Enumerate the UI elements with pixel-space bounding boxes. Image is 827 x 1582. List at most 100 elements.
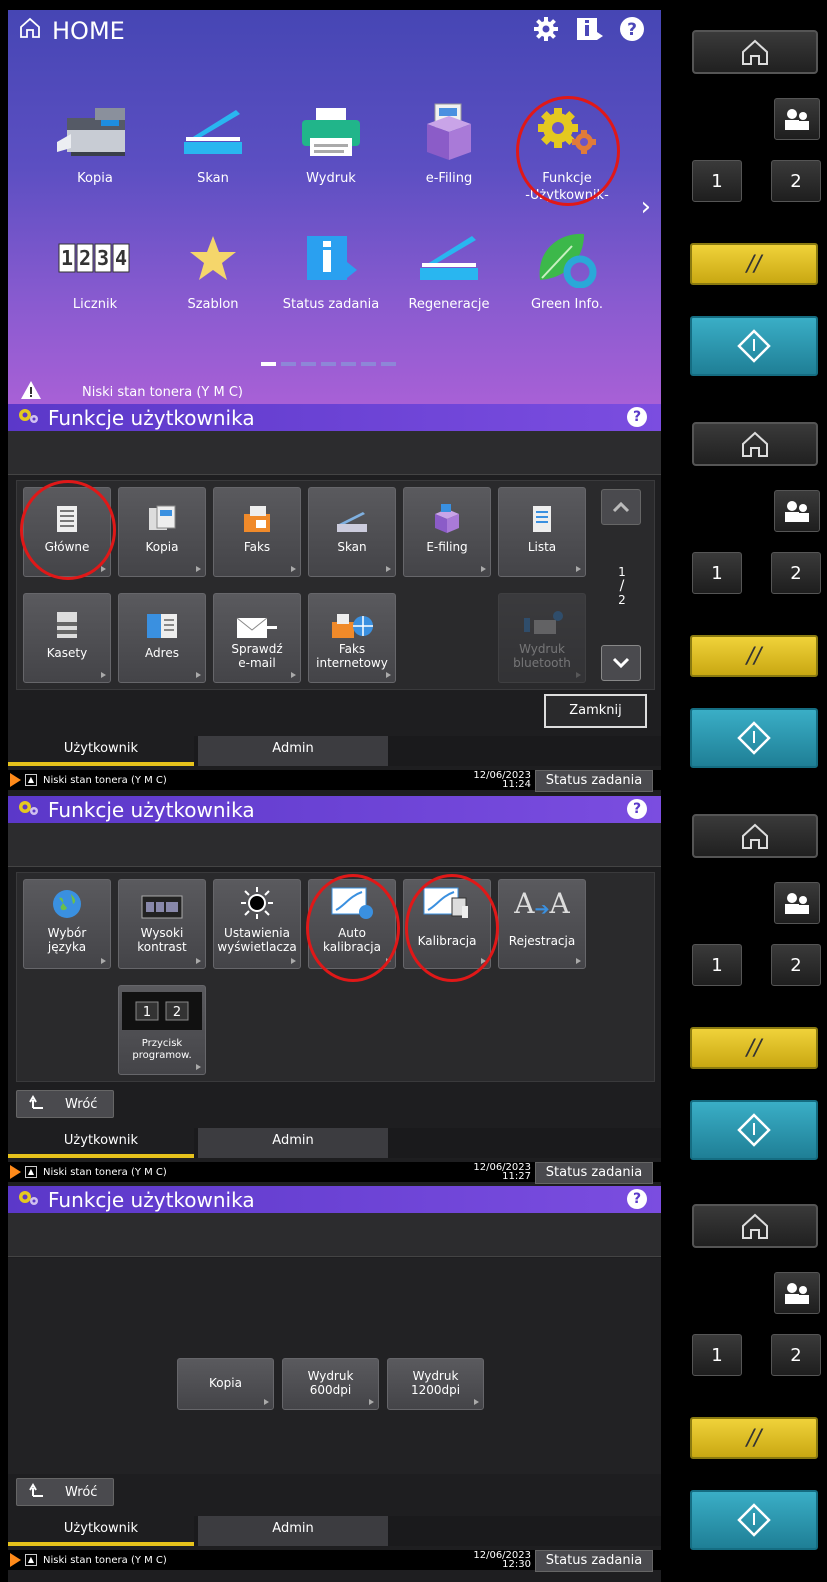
back-button[interactable]: Wróć xyxy=(16,1478,114,1506)
hw-user-login-button[interactable] xyxy=(774,882,820,924)
hw-start-button[interactable] xyxy=(690,708,818,768)
status-bar: ▲ Niski stan tonera (Y M C) 12/06/2023 11… xyxy=(8,770,661,792)
hw-program-2-button[interactable]: 2 xyxy=(771,160,821,202)
info-icon xyxy=(276,224,386,292)
copier-icon xyxy=(40,98,150,166)
hw-program-2-button[interactable]: 2 xyxy=(771,552,821,594)
btn-wybor-jezyka[interactable]: Wybór języka xyxy=(23,879,111,969)
btn-wydruk-1200dpi[interactable]: Wydruk 1200dpi xyxy=(387,1358,484,1410)
tab-admin[interactable]: Admin xyxy=(198,1128,388,1158)
fax-icon xyxy=(214,488,300,534)
job-status-button[interactable]: Status zadania xyxy=(535,1162,653,1184)
hw-start-button[interactable] xyxy=(690,1490,818,1550)
tile-wydruk[interactable]: Wydruk xyxy=(276,98,386,187)
hw-program-1-button[interactable]: 1 xyxy=(692,944,742,986)
hw-home-button[interactable] xyxy=(692,814,818,858)
tab-uzytkownik[interactable]: Użytkownik xyxy=(8,1128,194,1158)
home-header[interactable]: HOME xyxy=(18,16,125,46)
close-button[interactable]: Zamknij xyxy=(544,694,647,728)
tile-funkcje-uzytkownika[interactable]: Funkcje -Użytkownik- xyxy=(512,98,622,204)
help-icon[interactable]: ? xyxy=(627,407,647,427)
hw-user-login-button[interactable] xyxy=(774,490,820,532)
next-page-arrow[interactable]: › xyxy=(641,192,651,222)
job-status-button[interactable]: Status zadania xyxy=(535,1550,653,1572)
user-functions-panel-1: Funkcje użytkownika ? Główne Kopia Faks … xyxy=(8,404,661,796)
scroll-down-button[interactable] xyxy=(601,645,641,681)
help-icon[interactable]: ? xyxy=(619,16,645,46)
envelope-icon xyxy=(214,594,300,640)
tile-skan[interactable]: Skan xyxy=(158,98,268,187)
job-status-button[interactable]: Status zadania xyxy=(535,770,653,792)
hw-home-button[interactable] xyxy=(692,422,818,466)
btn-kopia[interactable]: Kopia xyxy=(118,487,206,577)
btn-skan[interactable]: Skan xyxy=(308,487,396,577)
calibration-options: Kopia Wydruk 600dpi Wydruk 1200dpi xyxy=(8,1258,661,1474)
tile-status-zadania[interactable]: Status zadania xyxy=(276,224,386,313)
hw-reset-button[interactable]: // xyxy=(690,1417,818,1459)
globe-icon xyxy=(24,880,110,920)
star-icon xyxy=(158,224,268,292)
back-button[interactable]: Wróć xyxy=(16,1090,114,1118)
hw-start-button[interactable] xyxy=(690,1100,818,1160)
hw-user-login-button[interactable] xyxy=(774,1272,820,1314)
page-counter: 1 / 2 xyxy=(607,565,637,607)
hw-start-button[interactable] xyxy=(690,316,818,376)
tile-regeneracje[interactable]: Regeneracje xyxy=(394,224,504,313)
hw-reset-button[interactable]: // xyxy=(690,243,818,285)
address-book-icon xyxy=(119,594,205,640)
play-arrow-icon xyxy=(10,773,21,787)
status-bar: ▲ Niski stan tonera (Y M C) 12/06/2023 12… xyxy=(8,1550,661,1572)
btn-wysoki-kontrast[interactable]: Wysoki kontrast xyxy=(118,879,206,969)
hw-home-button[interactable] xyxy=(692,30,818,74)
copy-icon xyxy=(119,488,205,534)
hw-home-button[interactable] xyxy=(692,1204,818,1248)
tab-admin[interactable]: Admin xyxy=(198,1516,388,1546)
btn-wydruk-600dpi[interactable]: Wydruk 600dpi xyxy=(282,1358,379,1410)
tab-uzytkownik[interactable]: Użytkownik xyxy=(8,736,194,766)
hw-reset-button[interactable]: // xyxy=(690,635,818,677)
btn-kasety[interactable]: Kasety xyxy=(23,593,111,683)
btn-rejestracja[interactable]: A ➔ A Rejestracja xyxy=(498,879,586,969)
btn-lista[interactable]: Lista xyxy=(498,487,586,577)
hw-user-login-button[interactable] xyxy=(774,98,820,140)
registration-a-to-a-icon: A ➔ A xyxy=(514,887,570,920)
info-icon[interactable] xyxy=(575,16,603,46)
btn-kalibracja[interactable]: Kalibracja xyxy=(403,879,491,969)
hw-program-2-button[interactable]: 2 xyxy=(771,1334,821,1376)
tab-uzytkownik[interactable]: Użytkownik xyxy=(8,1516,194,1546)
btn-ustawienia-wyswietlacza[interactable]: Ustawienia wyświetlacza xyxy=(213,879,301,969)
status-bar: ▲ Niski stan tonera (Y M C) 12/06/2023 11… xyxy=(8,1162,661,1184)
help-icon[interactable]: ? xyxy=(627,1189,647,1209)
btn-adres[interactable]: Adres xyxy=(118,593,206,683)
scroll-up-button[interactable] xyxy=(601,489,641,525)
home-icon xyxy=(18,16,42,46)
tile-licznik[interactable]: 1234 Licznik xyxy=(40,224,150,313)
btn-glowne[interactable]: Główne xyxy=(23,487,111,577)
btn-efiling[interactable]: E-filing xyxy=(403,487,491,577)
toner-warning: Niski stan tonera (Y M C) xyxy=(20,380,243,404)
help-icon[interactable]: ? xyxy=(627,799,647,819)
page-separator: / xyxy=(619,578,625,594)
tile-kopia[interactable]: Kopia xyxy=(40,98,150,187)
datetime: 12/06/2023 11:27 xyxy=(473,1162,531,1182)
tile-szablon[interactable]: Szablon xyxy=(158,224,268,313)
tile-green-info[interactable]: Green Info. xyxy=(512,224,622,313)
hw-program-2-button[interactable]: 2 xyxy=(771,944,821,986)
btn-faks[interactable]: Faks xyxy=(213,487,301,577)
btn-auto-kalibracja[interactable]: Auto kalibracja xyxy=(308,879,396,969)
hw-program-1-button[interactable]: 1 xyxy=(692,552,742,594)
hw-program-1-button[interactable]: 1 xyxy=(692,160,742,202)
sun-brightness-icon xyxy=(214,880,300,920)
panel-title: Funkcje użytkownika xyxy=(48,405,255,430)
btn-przycisk-programow[interactable]: 1 2 Przycisk programow. xyxy=(118,985,206,1075)
tab-admin[interactable]: Admin xyxy=(198,736,388,766)
settings-gear-icon[interactable] xyxy=(533,16,559,46)
btn-sprawdz-email[interactable]: Sprawdź e-mail xyxy=(213,593,301,683)
scan-icon xyxy=(158,98,268,166)
btn-kopia-calibration[interactable]: Kopia xyxy=(177,1358,274,1410)
user-functions-panel-3: Funkcje użytkownika ? Kopia Wydruk 600dp… xyxy=(8,1186,661,1582)
hw-program-1-button[interactable]: 1 xyxy=(692,1334,742,1376)
hw-reset-button[interactable]: // xyxy=(690,1027,818,1069)
tile-efiling[interactable]: e-Filing xyxy=(394,98,504,187)
btn-faks-internetowy[interactable]: Faks internetowy xyxy=(308,593,396,683)
